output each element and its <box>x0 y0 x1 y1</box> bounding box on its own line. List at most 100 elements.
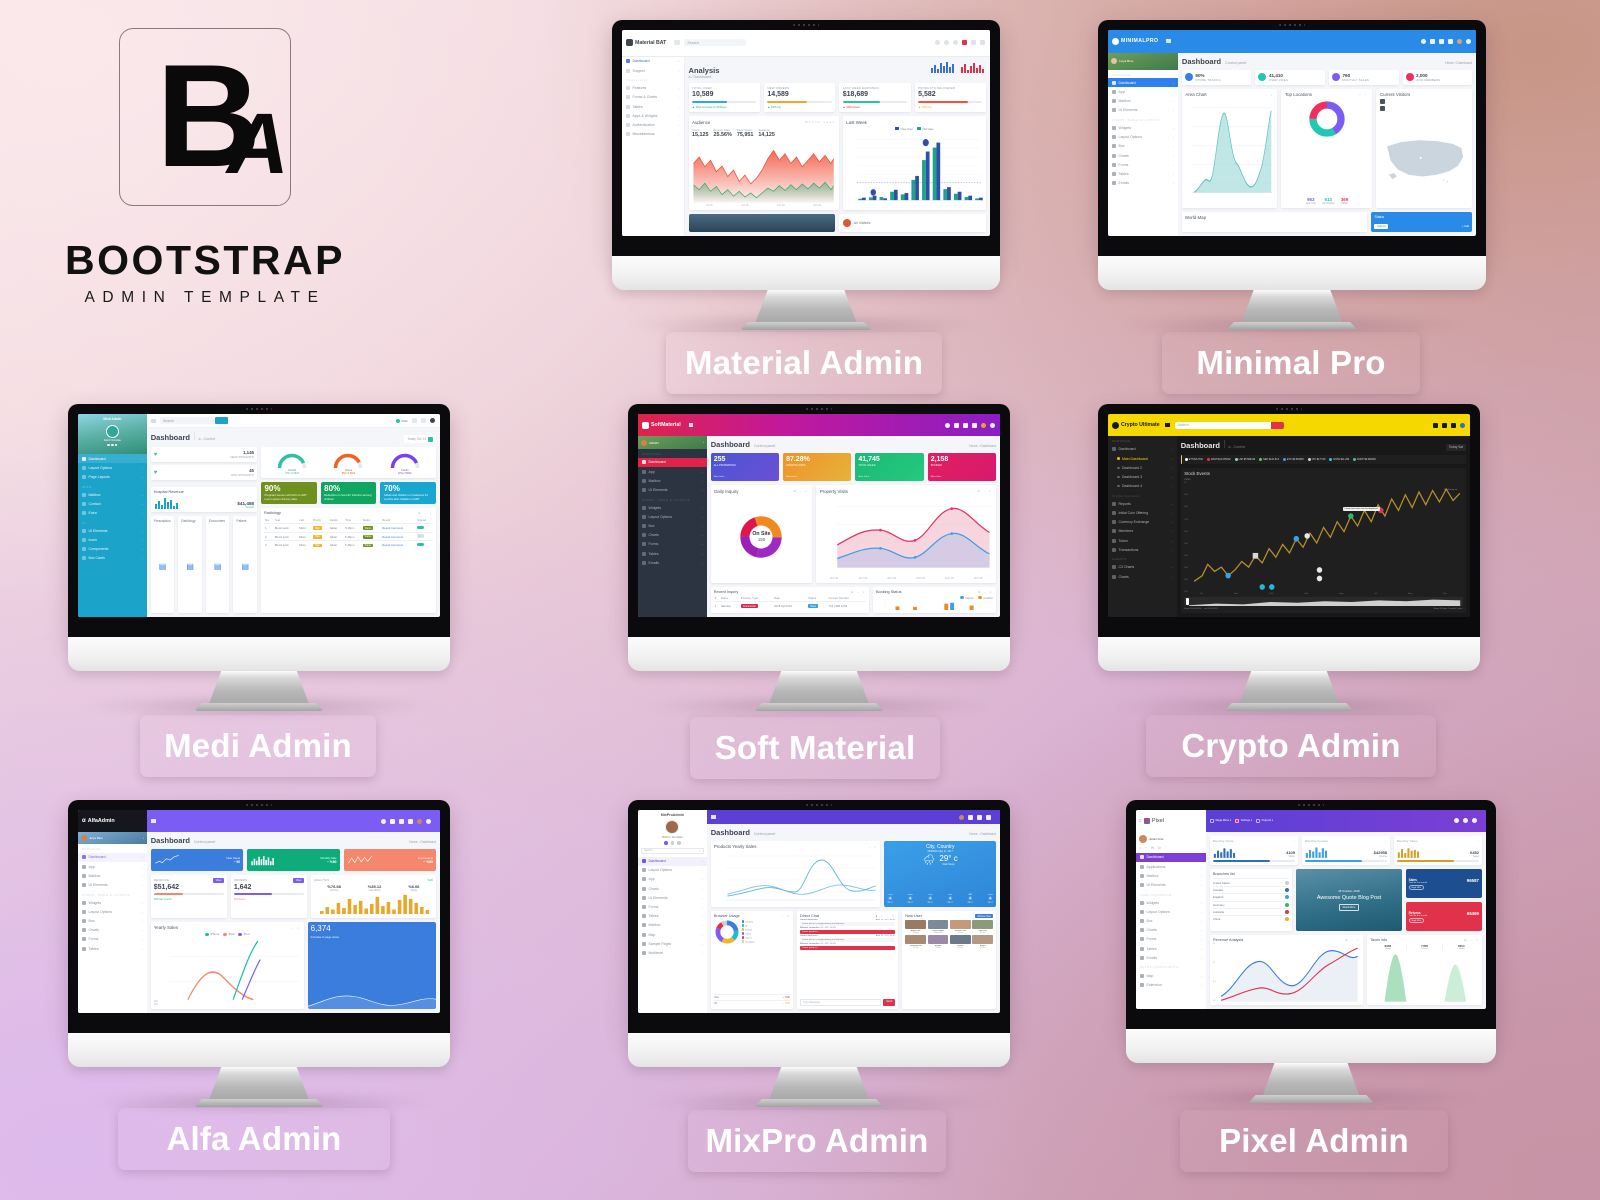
bell-icon[interactable] <box>944 40 949 46</box>
power-icon[interactable]: ⏻ <box>1158 846 1161 850</box>
sidebar-item-tables[interactable]: Tables › <box>1136 944 1206 953</box>
sidebar-item-forms[interactable]: Forms › <box>638 902 707 911</box>
bell-icon[interactable] <box>963 422 968 428</box>
avatar[interactable] <box>417 818 422 824</box>
sidebar-item-box[interactable]: Box › <box>1136 917 1206 926</box>
breadcrumb[interactable]: Home › Dashboard <box>969 444 996 448</box>
twitter-icon[interactable] <box>111 443 114 447</box>
sidebar-item-dashboard[interactable]: Dashboard › <box>1108 445 1177 454</box>
sidebar-item-map[interactable]: Map › <box>638 930 707 939</box>
pixel-quick-icons[interactable]: ⌕ ◔ ✉ ⏻ <box>1136 846 1206 853</box>
sidebar-item-initial-coin-offering[interactable]: Initial Coin Offering › <box>1108 508 1177 517</box>
bell-icon[interactable] <box>1472 818 1477 824</box>
sidebar-item-mailbox[interactable]: Mailbox › <box>638 921 707 930</box>
nav-item-projects[interactable]: Projects ▾ <box>1256 818 1273 823</box>
sidebar-item-charts[interactable]: Charts › <box>78 926 147 935</box>
more-icon[interactable]: ⋯ <box>1292 839 1295 843</box>
chat-icon[interactable] <box>986 814 991 820</box>
sidebar-item-ui-elements[interactable]: UI Elements › <box>638 485 707 494</box>
result-link[interactable]: Result Comment <box>382 526 403 530</box>
sidebar-item-mailbox[interactable]: Mailbox › <box>1108 97 1178 106</box>
chat-icon[interactable] <box>953 40 958 46</box>
minimal-user-card[interactable]: Lutya Brus <box>1108 52 1178 70</box>
sidebar-item-mailbox[interactable]: Mailbox › <box>78 871 147 880</box>
gear-icon[interactable] <box>1466 38 1471 44</box>
sidebar-item-currency-exchange[interactable]: Currency Exchange › <box>1108 518 1177 527</box>
ord-view-button[interactable]: View <box>293 878 304 883</box>
sidebar-item-dashboard[interactable]: Dashboard › <box>1108 78 1178 88</box>
notification-icon[interactable] <box>412 418 417 423</box>
panel-tools[interactable]: – × <box>292 926 301 930</box>
sidebar-item-widgets[interactable]: Widgets › <box>638 503 707 512</box>
soft-user-card[interactable]: ADMIN › <box>638 436 707 450</box>
hamburger-icon[interactable] <box>150 819 156 824</box>
rev-view-button[interactable]: View <box>213 878 224 883</box>
sidebar-item-ui-elements[interactable]: UI Elements › <box>78 880 147 889</box>
table-row[interactable]: 1 Blood work Micro High Jahan 5.45pm Status Res… <box>263 523 433 533</box>
linkedin-icon[interactable] <box>115 443 118 447</box>
sidebar-item-transactions[interactable]: Transactions › <box>1108 545 1177 554</box>
sidebar-item-box-cards[interactable]: Box Cards › <box>78 554 147 563</box>
user-card[interactable]: Shakull 25 Jan <box>949 935 971 949</box>
table-row[interactable]: 1 Hamida Commercial 2018 April 014 Open 714 7… <box>713 601 866 610</box>
sidebar-item-emails[interactable]: Emails › <box>1136 953 1206 962</box>
sidebar-item-layout-options[interactable]: Layout Options › <box>1136 907 1206 916</box>
sidebar-item-dashboard[interactable]: Dashboard › <box>78 852 147 863</box>
ticker-item[interactable]: ETC $6.502945 <box>1282 457 1304 461</box>
sidebar-item-box[interactable]: Box › <box>638 521 707 530</box>
sidebar-item-tables[interactable]: Tables › <box>1108 169 1178 178</box>
toggle-switch[interactable] <box>417 542 425 547</box>
nav-item-settings[interactable]: Settings ▾ <box>1235 818 1252 823</box>
search-icon[interactable] <box>945 422 950 428</box>
sidebar-item-dashboard[interactable]: Dashboard › <box>622 57 684 66</box>
panel-tools[interactable]: ⊞ – × <box>794 489 809 493</box>
mail-icon[interactable] <box>421 418 426 423</box>
power-icon[interactable] <box>677 841 681 845</box>
sidebar-item-icons[interactable]: Icons › <box>78 535 147 544</box>
search-icon[interactable] <box>381 818 386 824</box>
sidebar-item-ui-elements[interactable]: UI Elements › <box>638 893 707 902</box>
sidebar-item-dashboard-2[interactable]: Dashboard 2 › <box>1108 463 1177 472</box>
sidebar-item-dashboard[interactable]: Dashboard › <box>78 454 147 464</box>
ticker-item[interactable]: RUNT $0.080206 <box>1353 457 1376 461</box>
gear-icon[interactable] <box>990 422 995 428</box>
table-row[interactable]: 3 Blood work Micro High Jahan 5.45pm Status Res… <box>263 540 433 549</box>
panel-tools[interactable]: – × <box>781 914 790 918</box>
ticker-item[interactable]: NOTE $11.299 <box>1329 457 1349 461</box>
social-icons[interactable] <box>107 443 118 447</box>
user-card[interactable]: Sorfia Nilgon Marketing <box>927 920 949 934</box>
mixpro-search-input[interactable]: Search... ⌕ <box>641 847 704 854</box>
user-card[interactable]: Brigitte 25 Jan <box>927 935 949 949</box>
bell-icon[interactable] <box>399 818 404 824</box>
medi-profile-card[interactable]: Medi Admin Admin Template <box>78 414 147 454</box>
sidebar-item-forms[interactable]: Forms › <box>78 935 147 944</box>
add-link[interactable]: + Add <box>1462 224 1469 228</box>
mail-icon[interactable] <box>1430 38 1435 44</box>
sidebar-item-charts[interactable]: Charts › <box>638 884 707 893</box>
sidebar-item-layout-options[interactable]: Layout Options › <box>78 463 147 472</box>
sidebar-item-widgets[interactable]: Widgets › <box>1108 123 1178 132</box>
sidebar-item-app[interactable]: App › <box>78 862 147 871</box>
bell-icon[interactable] <box>977 814 982 820</box>
mail-icon[interactable]: ✉ <box>1151 846 1154 850</box>
sidebar-item-charts[interactable]: Charts › <box>1108 151 1178 160</box>
bell-icon[interactable] <box>1442 422 1447 428</box>
avatar[interactable] <box>1457 38 1462 44</box>
sidebar-item-emails[interactable]: Emails › <box>638 558 707 567</box>
sidebar-item-app[interactable]: App › <box>1108 87 1178 96</box>
ticker-item[interactable]: DASH $11.035232 <box>1206 457 1231 461</box>
sidebar-item-sample-pages[interactable]: Sample Pages › <box>638 939 707 948</box>
mail-icon[interactable] <box>954 422 959 428</box>
user-card[interactable]: Angie Bath Trading <box>905 920 927 934</box>
mail-icon[interactable] <box>670 841 675 845</box>
table-row[interactable]: 2 Blood work Micro High Jahan 5.45pm Status Res… <box>263 531 433 541</box>
sidebar-item-layout-options[interactable]: Layout Options › <box>1108 133 1178 142</box>
sidebar-item-features[interactable]: Features › <box>622 84 684 93</box>
bell-icon[interactable]: ◔ <box>1145 846 1147 850</box>
sidebar-item-layout-options[interactable]: Layout Options › <box>638 512 707 521</box>
send-button[interactable]: Send <box>883 999 896 1006</box>
range-scrollbar[interactable] <box>1184 597 1463 606</box>
bell-icon[interactable] <box>1439 38 1444 44</box>
hamburger-icon[interactable] <box>674 40 681 46</box>
sidebar-item-dashboard[interactable]: Dashboard › <box>1136 852 1206 863</box>
